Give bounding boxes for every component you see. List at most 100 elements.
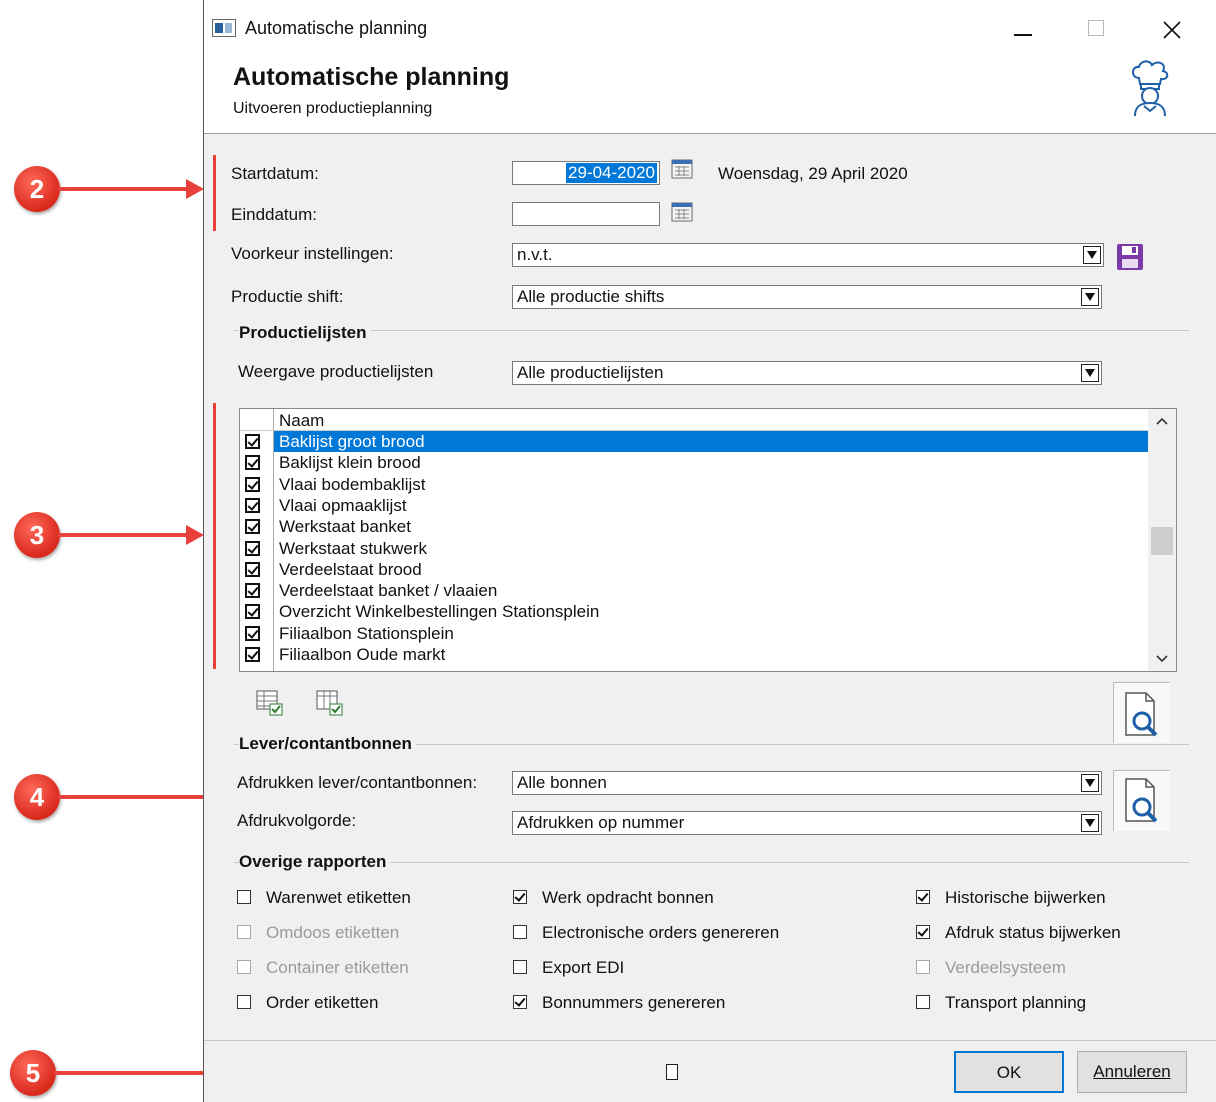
list-row-checkbox[interactable] [245, 519, 260, 535]
title-bar[interactable]: Automatische planning [204, 0, 1216, 57]
option-checkbox[interactable] [237, 995, 251, 1009]
resize-grip-icon[interactable] [666, 1064, 678, 1080]
option-label[interactable]: Electronische orders genereren [542, 923, 779, 943]
shift-label: Productie shift: [231, 287, 344, 306]
option-label[interactable]: Warenwet etiketten [266, 888, 411, 908]
startdatum-label: Startdatum: [231, 164, 319, 183]
save-icon[interactable] [1116, 243, 1144, 271]
minimize-button[interactable] [1004, 14, 1044, 44]
voorkeur-select[interactable]: n.v.t. [512, 243, 1104, 267]
table-row[interactable]: Verdeelstaat banket / vlaaien [279, 580, 497, 601]
button-bar-divider [204, 1040, 1216, 1041]
productielijsten-divider [234, 330, 1189, 331]
weergave-select[interactable]: Alle productielijsten [512, 361, 1102, 385]
afdrukken-dropdown-icon[interactable] [1081, 774, 1099, 792]
dialog-window: Automatische planning Automatische plann… [203, 0, 1216, 1102]
option-checkbox[interactable] [513, 995, 527, 1009]
table-row[interactable]: Werkstaat banket [279, 516, 411, 537]
lever-preview-button[interactable] [1113, 770, 1170, 831]
shift-select[interactable]: Alle productie shifts [512, 285, 1102, 309]
option-label[interactable]: Historische bijwerken [945, 888, 1106, 908]
annuleren-button[interactable]: Annuleren [1077, 1051, 1187, 1093]
list-row-checkbox[interactable] [245, 604, 260, 620]
option-label: Verdeelsysteem [945, 958, 1066, 977]
annuleren-button-label: Annuleren [1093, 1062, 1171, 1081]
table-row[interactable]: Baklijst groot brood [279, 431, 425, 452]
afdrukken-value: Alle bonnen [517, 773, 607, 792]
option-label: Container etiketten [266, 958, 409, 977]
table-row[interactable]: Vlaai bodembaklijst [279, 474, 425, 495]
list-row-checkbox[interactable] [245, 497, 260, 513]
option-label[interactable]: Transport planning [945, 993, 1086, 1013]
maximize-button[interactable] [1076, 14, 1116, 44]
window-title: Automatische planning [245, 18, 428, 38]
option-checkbox[interactable] [916, 925, 930, 939]
afdrukvolgorde-label: Afdrukvolgorde: [237, 811, 357, 830]
list-row-checkbox[interactable] [245, 561, 260, 577]
option-checkbox[interactable] [237, 890, 251, 904]
afdrukvolgorde-select[interactable]: Afdrukken op nummer [512, 811, 1102, 835]
list-row-checkbox[interactable] [245, 583, 260, 599]
option-label[interactable]: Bonnummers genereren [542, 993, 725, 1013]
list-preview-button[interactable] [1113, 682, 1170, 743]
close-icon[interactable] [1162, 20, 1182, 40]
option-label[interactable]: Export EDI [542, 958, 624, 978]
callout-3-arrowhead [186, 525, 204, 545]
table-row[interactable]: Overzicht Winkelbestellingen Stationsple… [279, 601, 599, 622]
list-row-checkbox[interactable] [245, 434, 260, 449]
calendar-icon-start[interactable] [671, 157, 693, 179]
table-row[interactable]: Filiaalbon Stationsplein [279, 623, 454, 644]
productielijsten-heading: Productielijsten [239, 323, 371, 343]
shift-value: Alle productie shifts [517, 287, 665, 306]
weergave-dropdown-icon[interactable] [1081, 364, 1099, 382]
option-checkbox[interactable] [916, 890, 930, 904]
dialog-header: Automatische planning Uitvoeren producti… [204, 57, 1216, 134]
list-row-checkbox[interactable] [245, 540, 260, 556]
print-preview-icon [1125, 778, 1158, 823]
option-label[interactable]: Werk opdracht bonnen [542, 888, 714, 908]
ok-button-label: OK [996, 1063, 1022, 1082]
option-checkbox[interactable] [916, 995, 930, 1009]
option-label[interactable]: Afdruk status bijwerken [945, 923, 1121, 943]
select-all-icon[interactable] [256, 690, 284, 716]
option-checkbox [237, 960, 251, 974]
voorkeur-dropdown-icon[interactable] [1083, 246, 1101, 264]
afdrukvolgorde-dropdown-icon[interactable] [1081, 814, 1099, 832]
table-row[interactable]: Filiaalbon Oude markt [279, 644, 445, 665]
list-column-header[interactable]: Naam [279, 411, 324, 430]
productielijsten-list[interactable]: Naam Baklijst groot brood Baklijst klein … [239, 408, 1177, 672]
print-preview-icon [1125, 692, 1158, 737]
option-checkbox[interactable] [513, 960, 527, 974]
shift-dropdown-icon[interactable] [1081, 288, 1099, 306]
chef-icon [1132, 60, 1169, 116]
list-row-checkbox[interactable] [245, 455, 260, 471]
scroll-down-icon[interactable] [1155, 654, 1169, 664]
callout-5: 5 [10, 1050, 56, 1096]
callout-2-arrowhead [186, 179, 204, 199]
weergave-value: Alle productielijsten [517, 363, 664, 382]
page-title: Automatische planning [233, 63, 510, 91]
list-row-checkbox[interactable] [245, 647, 260, 662]
list-row-checkbox[interactable] [245, 625, 260, 641]
option-checkbox[interactable] [513, 890, 527, 904]
list-scrollbar[interactable] [1148, 409, 1176, 671]
startdatum-input[interactable]: 29-04-2020 [512, 161, 660, 185]
callout-3-arrow [58, 533, 186, 537]
option-checkbox [237, 925, 251, 939]
table-row[interactable]: Verdeelstaat brood [279, 559, 422, 580]
startdatum-weekday: Woensdag, 29 April 2020 [718, 164, 908, 183]
app-icon [212, 19, 236, 37]
list-row-checkbox[interactable] [245, 476, 260, 492]
select-column-icon[interactable] [316, 690, 344, 716]
table-row[interactable]: Baklijst klein brood [279, 452, 421, 473]
option-label[interactable]: Order etiketten [266, 993, 378, 1013]
table-row[interactable]: Vlaai opmaaklijst [279, 495, 407, 516]
scroll-thumb[interactable] [1151, 527, 1173, 555]
afdrukken-select[interactable]: Alle bonnen [512, 771, 1102, 795]
calendar-icon-end[interactable] [671, 200, 693, 222]
table-row[interactable]: Werkstaat stukwerk [279, 538, 427, 559]
einddatum-input[interactable] [512, 202, 660, 226]
ok-button[interactable]: OK [954, 1051, 1064, 1093]
scroll-up-icon[interactable] [1155, 416, 1169, 426]
option-checkbox[interactable] [513, 925, 527, 939]
